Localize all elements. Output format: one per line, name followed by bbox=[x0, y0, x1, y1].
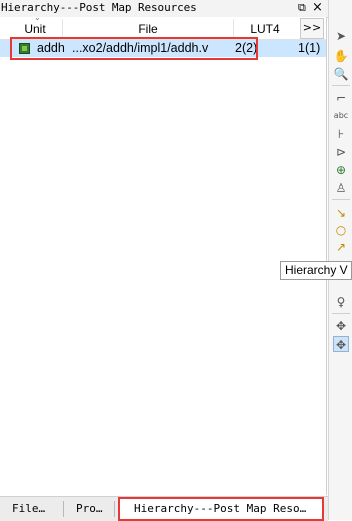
cursor-arrow-icon[interactable]: ➤ bbox=[333, 28, 349, 44]
right-toolbar: ➤ ✋ 🔍 ⌐ abc ⊦ ⊳ ⊕ ♙ ↘ ○ ↗ ▭ ♀ ✥ ✥ bbox=[328, 0, 352, 520]
probe-b-icon[interactable]: ○ bbox=[333, 222, 349, 238]
more-columns-button[interactable]: >> bbox=[300, 18, 324, 39]
hand-icon[interactable]: ✋ bbox=[333, 48, 349, 64]
pin-icon[interactable]: ⊦ bbox=[333, 126, 349, 142]
column-header-file[interactable]: File bbox=[63, 17, 233, 39]
hierarchy-panel: ⌄ Unit File LUT4 >> addh ...xo2/addh/imp… bbox=[0, 13, 327, 513]
column-header-lut4[interactable]: LUT4 bbox=[234, 17, 296, 39]
toolbar-divider bbox=[332, 199, 350, 200]
magnifier-icon[interactable]: 🔍 bbox=[333, 66, 349, 82]
probe-c-icon[interactable]: ↗ bbox=[333, 239, 349, 255]
tri-state-icon[interactable]: ⊳ bbox=[333, 144, 349, 160]
tab-divider bbox=[114, 501, 115, 517]
float-icon[interactable]: ⧉ bbox=[298, 0, 306, 16]
lightbulb-icon[interactable]: ♀ bbox=[333, 294, 349, 310]
row-extra: 1(1) bbox=[298, 41, 321, 55]
tab-hierarchy-post-map[interactable]: Hierarchy---Post Map Reso… bbox=[118, 497, 324, 521]
panel-title: Hierarchy---Post Map Resources bbox=[1, 1, 197, 14]
tab-divider bbox=[63, 501, 64, 517]
wire-icon[interactable]: ⌐ bbox=[333, 90, 349, 106]
probe-a-icon[interactable]: ↘ bbox=[333, 205, 349, 221]
move-cross-icon[interactable]: ✥ bbox=[333, 318, 349, 334]
highlight-box bbox=[10, 37, 258, 60]
panel-title-bar: Hierarchy---Post Map Resources ⧉ × bbox=[0, 0, 328, 18]
bottom-tab-bar: File… Pro… Hierarchy---Post Map Reso… bbox=[0, 496, 328, 521]
tab-process[interactable]: Pro… bbox=[76, 497, 103, 521]
tooltip: Hierarchy V bbox=[280, 261, 352, 280]
column-header-unit[interactable]: Unit bbox=[16, 17, 54, 39]
abc-text-icon[interactable]: abc bbox=[333, 108, 349, 124]
add-green-icon[interactable]: ⊕ bbox=[333, 162, 349, 178]
move-cross-selected-icon[interactable]: ✥ bbox=[333, 336, 349, 352]
toolbar-divider bbox=[332, 85, 350, 86]
bus-icon[interactable]: ♙ bbox=[333, 180, 349, 196]
tab-file-list[interactable]: File… bbox=[12, 497, 45, 521]
toolbar-divider bbox=[332, 313, 350, 314]
close-icon[interactable]: × bbox=[312, 0, 323, 16]
